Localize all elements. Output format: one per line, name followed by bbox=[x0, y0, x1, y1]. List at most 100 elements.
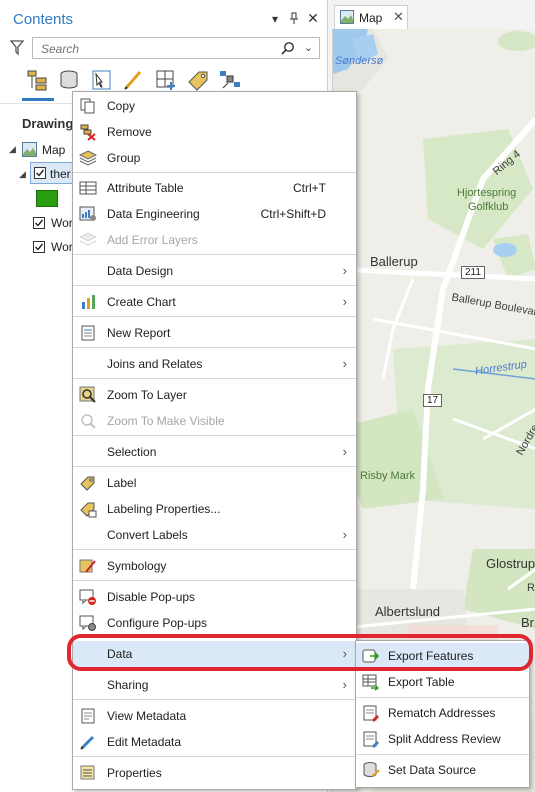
layer-visibility-checkbox[interactable] bbox=[33, 217, 45, 229]
menu-item-zoom-to-layer[interactable]: Zoom To Layer bbox=[73, 382, 356, 408]
collapse-icon[interactable]: ◢ bbox=[9, 144, 16, 155]
close-icon[interactable]: ✕ bbox=[306, 10, 320, 27]
menu-item-label: Group bbox=[107, 151, 141, 165]
copy-icon bbox=[79, 97, 97, 115]
list-by-perspective-icon[interactable] bbox=[218, 68, 242, 92]
list-by-editing-icon[interactable] bbox=[122, 68, 146, 92]
menu-item-remove[interactable]: Remove bbox=[73, 119, 356, 145]
collapse-icon[interactable]: ◢ bbox=[19, 169, 26, 180]
list-by-source-icon[interactable] bbox=[58, 68, 82, 92]
menu-item-rematch-addresses[interactable]: Rematch Addresses bbox=[356, 700, 529, 726]
zoom-to-visible-icon bbox=[79, 412, 97, 430]
menu-item-label: Disable Pop-ups bbox=[107, 590, 196, 604]
tree-item-layer[interactable]: Wor bbox=[51, 240, 73, 254]
search-dropdown-icon[interactable]: ⌄ bbox=[304, 41, 313, 54]
list-by-snapping-icon[interactable] bbox=[154, 68, 178, 92]
close-icon[interactable]: ✕ bbox=[393, 9, 404, 25]
tree-item-selected-layer[interactable]: ther bbox=[30, 162, 75, 184]
menu-item-labeling-properties[interactable]: Labeling Properties... bbox=[73, 496, 356, 522]
menu-item-properties[interactable]: Properties bbox=[73, 760, 356, 786]
menu-separator bbox=[356, 754, 529, 755]
submenu-arrow-icon: › bbox=[342, 677, 347, 692]
filter-icon[interactable] bbox=[9, 40, 25, 59]
layer-visibility-checkbox[interactable] bbox=[33, 241, 45, 253]
pane-title: Contents bbox=[13, 11, 74, 28]
menu-separator bbox=[73, 466, 356, 467]
export-table-icon bbox=[362, 673, 380, 691]
zoom-to-layer-icon bbox=[79, 386, 97, 404]
menu-separator bbox=[73, 668, 356, 669]
menu-item-label: New Report bbox=[107, 326, 171, 340]
menu-item-selection[interactable]: Selection › bbox=[73, 439, 356, 465]
map-label: Søndersø bbox=[335, 55, 384, 67]
menu-item-copy[interactable]: Copy bbox=[73, 93, 356, 119]
submenu-arrow-icon: › bbox=[342, 527, 347, 542]
menu-separator bbox=[73, 637, 356, 638]
chart-icon bbox=[79, 293, 97, 311]
list-by-selection-icon[interactable] bbox=[90, 68, 114, 92]
disable-popups-icon bbox=[79, 588, 97, 606]
shortcut-text: Ctrl+Shift+D bbox=[260, 207, 326, 221]
tree-item-layer[interactable]: Wor bbox=[51, 216, 73, 230]
menu-item-joins-and-relates[interactable]: Joins and Relates › bbox=[73, 351, 356, 377]
pin-icon[interactable] bbox=[287, 12, 301, 28]
map-icon bbox=[22, 142, 37, 160]
menu-item-sharing[interactable]: Sharing › bbox=[73, 672, 356, 698]
drawing-order-heading: Drawing bbox=[22, 116, 74, 131]
menu-item-view-metadata[interactable]: View Metadata bbox=[73, 703, 356, 729]
menu-item-label: Sharing bbox=[107, 678, 149, 692]
layer-symbol-swatch[interactable] bbox=[36, 190, 58, 207]
layer-visibility-checkbox[interactable] bbox=[34, 167, 46, 179]
menu-item-label: Attribute Table bbox=[107, 181, 184, 195]
configure-popups-icon bbox=[79, 614, 97, 632]
menu-item-label: Set Data Source bbox=[388, 763, 477, 777]
menu-item-disable-popups[interactable]: Disable Pop-ups bbox=[73, 584, 356, 610]
menu-separator bbox=[356, 697, 529, 698]
layer-name: ther bbox=[50, 167, 71, 181]
search-box[interactable]: ⌄ bbox=[32, 37, 320, 59]
menu-item-convert-labels[interactable]: Convert Labels › bbox=[73, 522, 356, 548]
tab-map[interactable]: Map ✕ bbox=[334, 5, 408, 29]
list-by-labeling-icon[interactable] bbox=[186, 68, 210, 92]
road-shield: 211 bbox=[461, 266, 485, 279]
report-icon bbox=[79, 324, 97, 342]
map-icon bbox=[340, 10, 354, 27]
menu-item-label: Create Chart bbox=[107, 295, 176, 309]
menu-item-label: Convert Labels bbox=[107, 528, 188, 542]
menu-item-data[interactable]: Data › bbox=[73, 641, 356, 667]
menu-item-group[interactable]: Group bbox=[73, 145, 356, 171]
submenu-arrow-icon: › bbox=[342, 294, 347, 309]
menu-item-new-report[interactable]: New Report bbox=[73, 320, 356, 346]
remove-layer-icon bbox=[79, 123, 97, 141]
search-icon[interactable] bbox=[281, 41, 295, 58]
menu-item-set-data-source[interactable]: Set Data Source bbox=[356, 757, 529, 783]
menu-item-create-chart[interactable]: Create Chart › bbox=[73, 289, 356, 315]
map-label: Albertslund bbox=[375, 604, 441, 619]
menu-item-label: Copy bbox=[107, 99, 136, 113]
menu-item-configure-popups[interactable]: Configure Pop-ups bbox=[73, 610, 356, 636]
chevron-down-icon[interactable]: ▾ bbox=[268, 12, 282, 26]
search-input[interactable] bbox=[39, 41, 273, 57]
rematch-addresses-icon bbox=[362, 704, 380, 722]
menu-separator bbox=[73, 347, 356, 348]
list-by-drawing-order-icon[interactable] bbox=[26, 68, 50, 92]
menu-item-split-address-review[interactable]: Split Address Review bbox=[356, 726, 529, 752]
menu-separator bbox=[73, 699, 356, 700]
menu-item-attribute-table[interactable]: Attribute Table Ctrl+T bbox=[73, 175, 356, 201]
menu-item-symbology[interactable]: Symbology bbox=[73, 553, 356, 579]
label-icon bbox=[79, 474, 97, 492]
menu-item-label[interactable]: Label bbox=[73, 470, 356, 496]
tree-item-map[interactable]: Map bbox=[42, 143, 65, 157]
map-label: Ballerup bbox=[370, 254, 418, 269]
menu-item-export-features[interactable]: Export Features bbox=[356, 643, 529, 669]
menu-item-label: Data Design bbox=[107, 264, 174, 278]
menu-item-add-error-layers: Add Error Layers bbox=[73, 227, 356, 253]
menu-item-edit-metadata[interactable]: Edit Metadata bbox=[73, 729, 356, 755]
submenu-arrow-icon: › bbox=[342, 356, 347, 371]
menu-separator bbox=[73, 435, 356, 436]
menu-item-data-engineering[interactable]: Data Engineering Ctrl+Shift+D bbox=[73, 201, 356, 227]
menu-item-data-design[interactable]: Data Design › bbox=[73, 258, 356, 284]
labeling-properties-icon bbox=[79, 500, 97, 518]
menu-item-export-table[interactable]: Export Table bbox=[356, 669, 529, 695]
menu-separator bbox=[73, 756, 356, 757]
